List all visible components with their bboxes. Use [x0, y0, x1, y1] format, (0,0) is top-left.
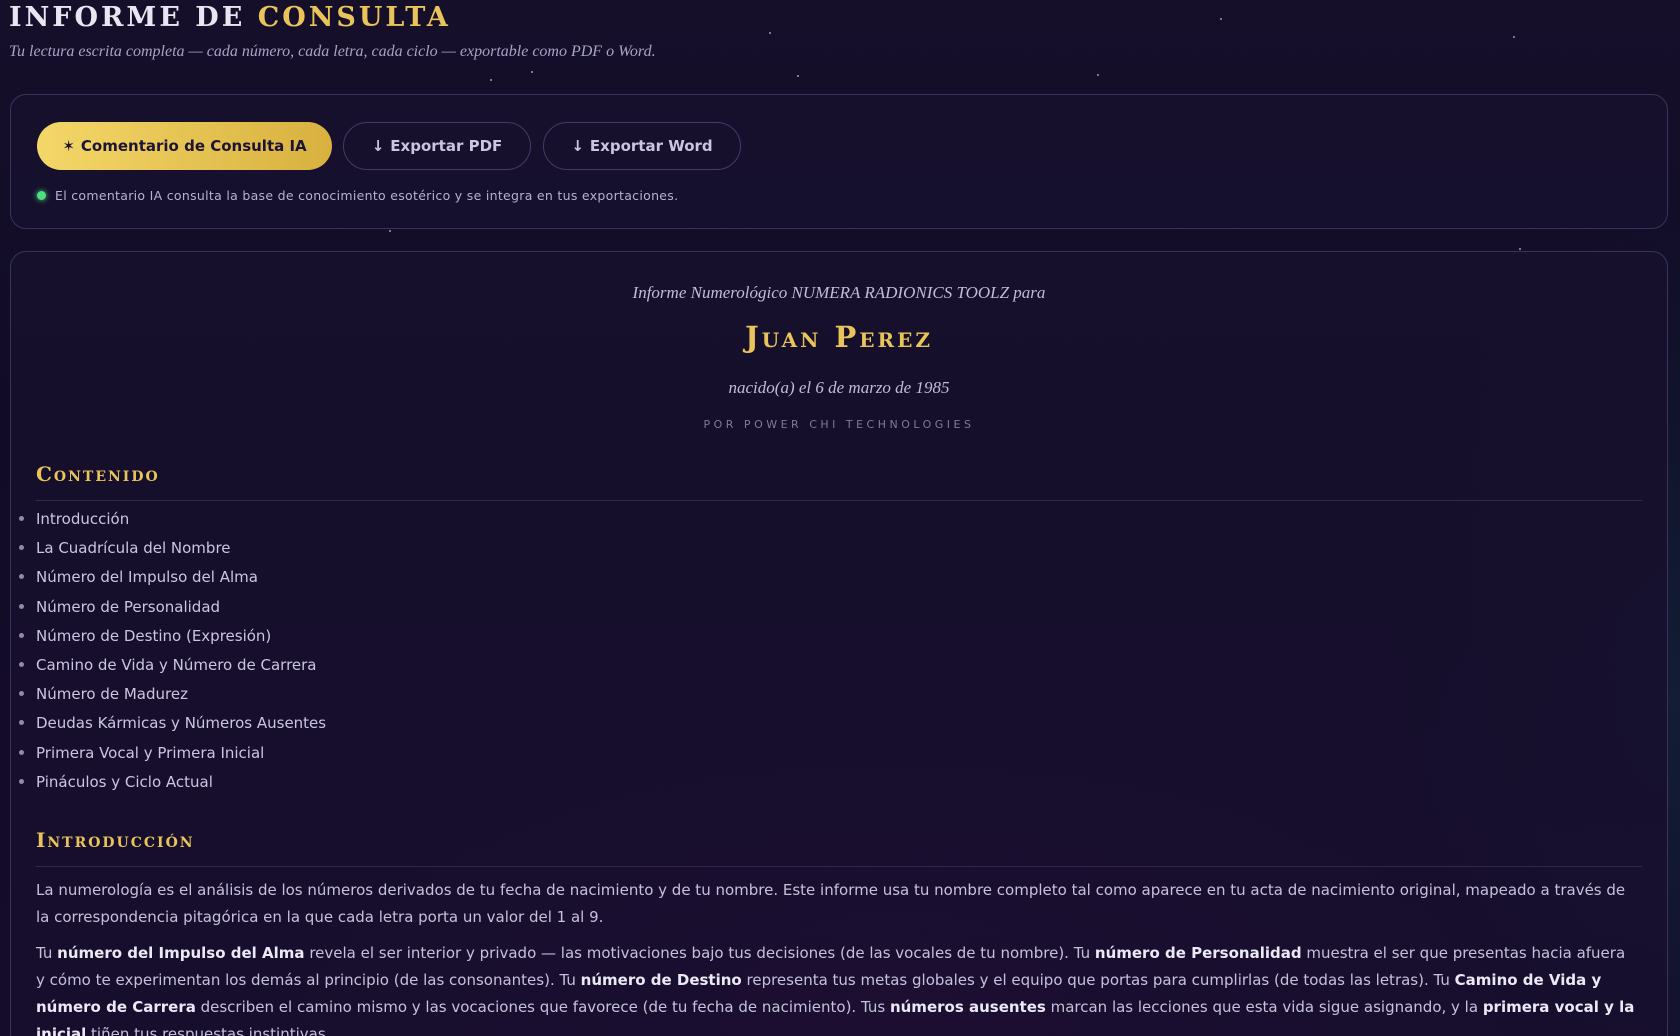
download-icon: ↓ — [371, 137, 385, 155]
toc-heading: Contenido — [36, 462, 1642, 501]
export-toolbar-panel: ✶ Comentario de Consulta IA ↓ Exportar P… — [10, 94, 1668, 229]
export-pdf-button[interactable]: ↓ Exportar PDF — [343, 122, 531, 170]
report-pretitle: Informe Numerológico NUMERA RADIONICS TO… — [632, 283, 1046, 302]
intro-text: Tu — [36, 944, 58, 962]
toc-item[interactable]: Número de Madurez — [18, 684, 326, 713]
ai-status-note: El comentario IA consulta la base de con… — [37, 188, 678, 203]
toc-item[interactable]: La Cuadrícula del Nombre — [18, 538, 326, 567]
ai-status-text: El comentario IA consulta la base de con… — [55, 188, 679, 203]
intro-paragraph-1: La numerología es el análisis de los núm… — [36, 881, 1626, 926]
intro-paragraph-2: Tu número del Impulso del Alma revela el… — [36, 940, 1637, 1036]
page-title: INFORME DE CONSULTA — [9, 2, 451, 33]
soul-urge-term: número del Impulso del Alma — [57, 944, 305, 962]
export-word-button[interactable]: ↓ Exportar Word — [543, 122, 741, 170]
report-client-name: Juan Perez — [745, 320, 933, 354]
intro-text: representa tus metas globales y el equip… — [741, 971, 1455, 989]
sparkle-icon: ✶ — [62, 137, 75, 155]
status-dot-icon — [37, 191, 46, 200]
destiny-term: número de Destino — [580, 971, 742, 989]
missing-numbers-term: números ausentes — [889, 998, 1046, 1016]
download-icon: ↓ — [571, 137, 584, 155]
report-byline: POR POWER CHI TECHNOLOGIES — [703, 418, 975, 431]
ai-commentary-button[interactable]: ✶ Comentario de Consulta IA — [37, 122, 332, 170]
report-birth-date: nacido(a) el 6 de marzo de 1985 — [728, 378, 950, 397]
toc-item[interactable]: Pináculos y Ciclo Actual — [18, 772, 326, 801]
toc-item[interactable]: Primera Vocal y Primera Inicial — [18, 743, 326, 772]
toc-item[interactable]: Número del Impulso del Alma — [18, 567, 326, 596]
title-accent-text: CONSULTA — [257, 2, 451, 33]
intro-text: tiñen tus respuestas instintivas. — [86, 1025, 331, 1036]
page-subtitle: Tu lectura escrita completa — cada númer… — [9, 43, 656, 60]
intro-text: marcan las lecciones que esta vida sigue… — [1045, 998, 1483, 1016]
intro-text: describen el camino mismo y las vocacion… — [195, 998, 890, 1016]
intro-text: revela el ser interior y privado — las m… — [304, 944, 1095, 962]
intro-heading: Introducción — [36, 828, 1642, 867]
toc-item[interactable]: Número de Destino (Expresión) — [18, 626, 326, 655]
toc-list: Introducción La Cuadrícula del Nombre Nú… — [18, 509, 326, 801]
report-panel: Informe Numerológico NUMERA RADIONICS TO… — [10, 251, 1668, 1036]
export-pdf-button-label: Exportar PDF — [390, 137, 503, 155]
toc-item[interactable]: Camino de Vida y Número de Carrera — [18, 655, 326, 684]
personality-term: número de Personalidad — [1094, 944, 1302, 962]
export-word-button-label: Exportar Word — [589, 137, 713, 155]
title-text: INFORME DE — [9, 2, 246, 33]
toc-item[interactable]: Introducción — [18, 509, 326, 538]
toc-item[interactable]: Número de Personalidad — [18, 597, 326, 626]
toc-item[interactable]: Deudas Kármicas y Números Ausentes — [18, 713, 326, 742]
ai-commentary-button-label: Comentario de Consulta IA — [80, 137, 307, 155]
